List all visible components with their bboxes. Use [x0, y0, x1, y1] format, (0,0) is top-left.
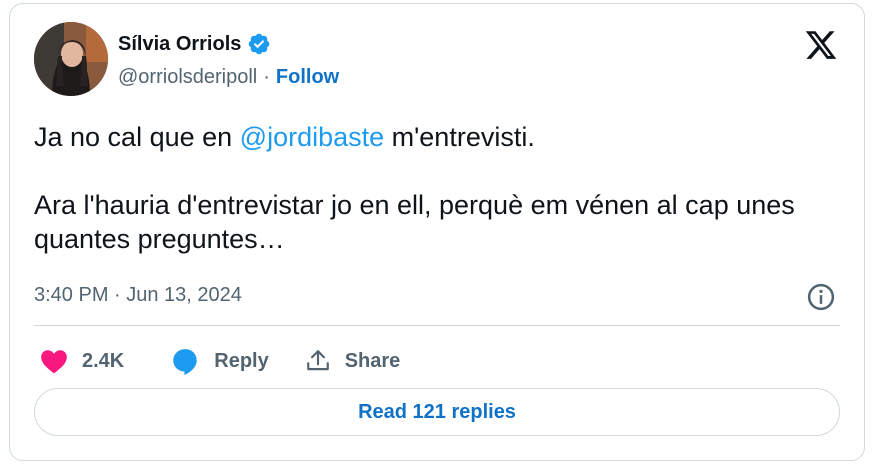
author-name-row: Sílvia Orriols	[118, 30, 271, 58]
share-button[interactable]: Share	[305, 348, 401, 374]
tweet-text-after-mention: m'entrevisti.	[384, 122, 535, 152]
share-icon	[306, 350, 329, 371]
tweet-text-before-mention: Ja no cal que en	[34, 122, 240, 152]
verified-badge-icon	[249, 33, 270, 55]
avatar[interactable]	[34, 22, 108, 96]
mention-link[interactable]: @jordibaste	[240, 122, 384, 152]
follow-button[interactable]: Follow	[276, 66, 339, 89]
author-name[interactable]: Sílvia Orriols	[118, 33, 241, 56]
divider	[34, 325, 840, 326]
like-count: 2.4K	[82, 349, 125, 372]
x-logo-icon[interactable]	[804, 28, 838, 62]
separator-dot: ·	[263, 66, 270, 88]
tweet-card: Sílvia Orriols @orriolsderipoll · Follow…	[9, 3, 865, 461]
share-label: Share	[344, 349, 401, 372]
tweet-text: Ja no cal que en @jordibaste m'entrevist…	[34, 120, 844, 256]
action-bar: 2.4K Reply Share	[40, 344, 400, 378]
heart-icon	[41, 350, 67, 374]
handle-row: @orriolsderipoll · Follow	[118, 66, 339, 89]
speech-bubble-icon	[173, 349, 197, 376]
tweet-paragraph-2: Ara l'hauria d'entrevistar jo en ell, pe…	[34, 190, 795, 254]
tweet-timestamp[interactable]: 3:40 PM · Jun 13, 2024	[34, 284, 242, 307]
info-icon[interactable]	[806, 282, 836, 312]
like-button[interactable]: 2.4K	[40, 348, 124, 374]
tweet-line-1: Ja no cal que en @jordibaste m'entrevist…	[34, 120, 844, 154]
author-handle[interactable]: @orriolsderipoll	[118, 66, 257, 89]
reply-button[interactable]: Reply	[170, 346, 269, 376]
reply-label: Reply	[214, 349, 269, 372]
read-replies-button[interactable]: Read 121 replies	[34, 388, 840, 436]
